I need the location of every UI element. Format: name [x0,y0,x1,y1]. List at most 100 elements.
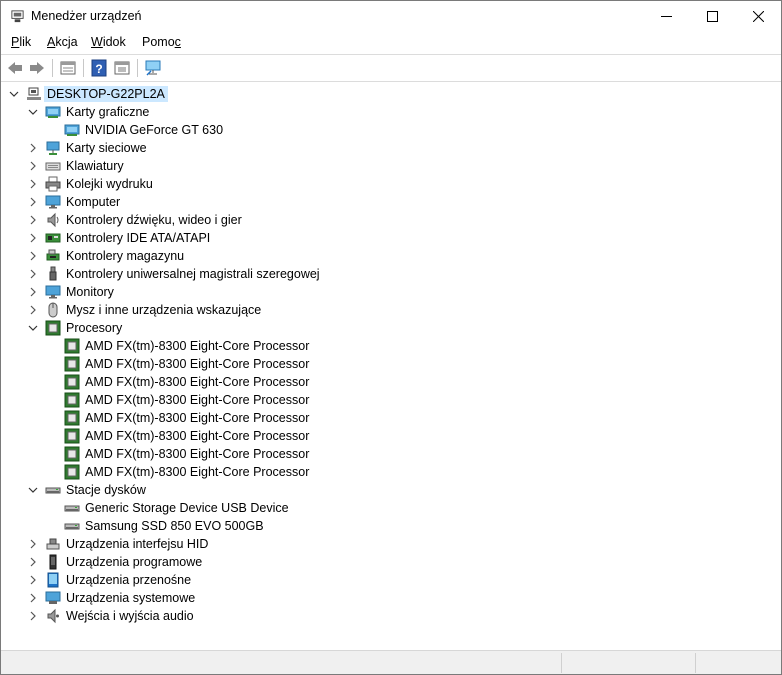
chevron-right-icon[interactable] [28,304,38,316]
tree-category-row[interactable]: Monitory [1,283,781,301]
back-icon[interactable] [6,59,24,77]
tree-device-row[interactable]: AMD FX(tm)-8300 Eight-Core Processor [1,373,781,391]
tree-item-label: AMD FX(tm)-8300 Eight-Core Processor [85,411,310,425]
chevron-down-icon[interactable] [28,484,38,496]
tree-item-label: Kontrolery magazynu [66,249,185,263]
computer-root-icon [27,87,41,100]
tree-item-label: Procesory [66,321,123,335]
properties-icon[interactable] [59,59,77,77]
tree-device-row[interactable]: AMD FX(tm)-8300 Eight-Core Processor [1,355,781,373]
tree-category-row[interactable]: Klawiatury [1,157,781,175]
chevron-down-icon[interactable] [28,106,38,118]
chevron-right-icon[interactable] [28,178,38,190]
menu-akcja[interactable]: Akcja [47,35,78,49]
toolbar-separator [52,59,53,77]
svg-text:?: ? [95,62,102,76]
tree-category-row[interactable]: Urządzenia przenośne [1,571,781,589]
forward-icon[interactable] [28,59,46,77]
tree-item-label: Monitory [66,285,114,299]
chevron-right-icon[interactable] [28,286,38,298]
tree-device-row[interactable]: AMD FX(tm)-8300 Eight-Core Processor [1,391,781,409]
chevron-right-icon[interactable] [28,250,38,262]
tree-category-row[interactable]: Wejścia i wyjścia audio [1,607,781,625]
tree-category-row[interactable]: Karty graficzne [1,103,781,121]
ide-controller-icon [45,233,61,243]
close-icon [752,11,764,22]
help-icon[interactable]: ? [90,59,108,77]
processor-icon [45,320,61,336]
disk-drive-icon [64,523,80,530]
maximize-icon [706,11,718,22]
tree-category-row[interactable]: Kontrolery uniwersalnej magistrali szere… [1,265,781,283]
usb-icon [49,266,57,281]
tree-category-row[interactable]: Kontrolery dźwięku, wideo i gier [1,211,781,229]
tree-category-row[interactable]: Karty sieciowe [1,139,781,157]
tree-device-row[interactable]: AMD FX(tm)-8300 Eight-Core Processor [1,463,781,481]
menu-plik[interactable]: Plik [11,35,31,49]
chevron-right-icon[interactable] [28,160,38,172]
tree-item-label: NVIDIA GeForce GT 630 [85,123,224,137]
chevron-down-icon[interactable] [9,88,19,100]
close-button[interactable] [735,1,781,32]
speaker-icon [47,212,59,228]
tree-item-label: Stacje dysków [66,483,146,497]
window-title: Menedżer urządzeń [31,9,142,23]
tree-category-row[interactable]: Urządzenia programowe [1,553,781,571]
tree-item-label: AMD FX(tm)-8300 Eight-Core Processor [85,393,310,407]
chevron-right-icon[interactable] [28,142,38,154]
chevron-right-icon[interactable] [28,556,38,568]
menu-label-part: idok [102,35,126,49]
tree-item-label: AMD FX(tm)-8300 Eight-Core Processor [85,465,310,479]
tree-device-row[interactable]: AMD FX(tm)-8300 Eight-Core Processor [1,337,781,355]
tree-category-row[interactable]: Komputer [1,193,781,211]
chevron-right-icon[interactable] [28,592,38,604]
tree-category-row[interactable]: Mysz i inne urządzenia wskazujące [1,301,781,319]
scan-hardware-icon[interactable] [144,59,162,77]
tree-item-label: Kontrolery uniwersalnej magistrali szere… [66,267,320,281]
chevron-right-icon[interactable] [28,214,38,226]
tree-item-label: Kolejki wydruku [66,177,153,191]
maximize-button[interactable] [689,1,735,32]
driver-details-icon[interactable] [113,59,131,77]
device-tree[interactable]: DESKTOP-G22PL2A Karty graficzne NVIDIA Ge… [1,83,781,649]
chevron-down-icon[interactable] [28,322,38,334]
minimize-icon [660,16,672,17]
tree-device-row[interactable]: Samsung SSD 850 EVO 500GB [1,517,781,535]
tree-item-label: Samsung SSD 850 EVO 500GB [85,519,264,533]
tree-device-row[interactable]: Generic Storage Device USB Device [1,499,781,517]
tree-item-label: Urządzenia przenośne [66,573,192,587]
menu-widok[interactable]: Widok [91,35,126,49]
tree-category-row[interactable]: Kontrolery IDE ATA/ATAPI [1,229,781,247]
menu-pomoc[interactable]: Pomoc [142,35,181,49]
network-adapter-icon [46,141,60,155]
tree-item-label: Urządzenia programowe [66,555,203,569]
tree-device-row[interactable]: AMD FX(tm)-8300 Eight-Core Processor [1,427,781,445]
tree-category-row[interactable]: Kontrolery magazynu [1,247,781,265]
storage-controller-icon [46,249,60,261]
tree-category-row[interactable]: Kolejki wydruku [1,175,781,193]
tree-category-row[interactable]: Urządzenia systemowe [1,589,781,607]
processor-icon [64,446,80,462]
chevron-right-icon[interactable] [28,574,38,586]
menu-label-part: lik [19,35,32,49]
tree-device-row[interactable]: AMD FX(tm)-8300 Eight-Core Processor [1,445,781,463]
tree-category-row[interactable]: Stacje dysków [1,481,781,499]
tree-item-label: AMD FX(tm)-8300 Eight-Core Processor [85,357,310,371]
tree-category-row[interactable]: Urządzenia interfejsu HID [1,535,781,553]
minimize-button[interactable] [643,1,689,32]
tree-device-row[interactable]: NVIDIA GeForce GT 630 [1,121,781,139]
chevron-right-icon[interactable] [28,268,38,280]
audio-io-icon [47,608,59,624]
title-bar[interactable]: Menedżer urządzeń [1,1,781,32]
chevron-right-icon[interactable] [28,538,38,550]
tree-item-label: AMD FX(tm)-8300 Eight-Core Processor [85,339,310,353]
tree-device-row[interactable]: AMD FX(tm)-8300 Eight-Core Processor [1,409,781,427]
chevron-right-icon[interactable] [28,610,38,622]
tree-category-row[interactable]: Procesory [1,319,781,337]
disk-drive-icon [64,505,80,512]
chevron-right-icon[interactable] [28,196,38,208]
software-device-icon [49,554,57,570]
tree-root[interactable]: DESKTOP-G22PL2A [1,85,781,103]
chevron-right-icon[interactable] [28,232,38,244]
menu-label-part: c [174,35,181,49]
